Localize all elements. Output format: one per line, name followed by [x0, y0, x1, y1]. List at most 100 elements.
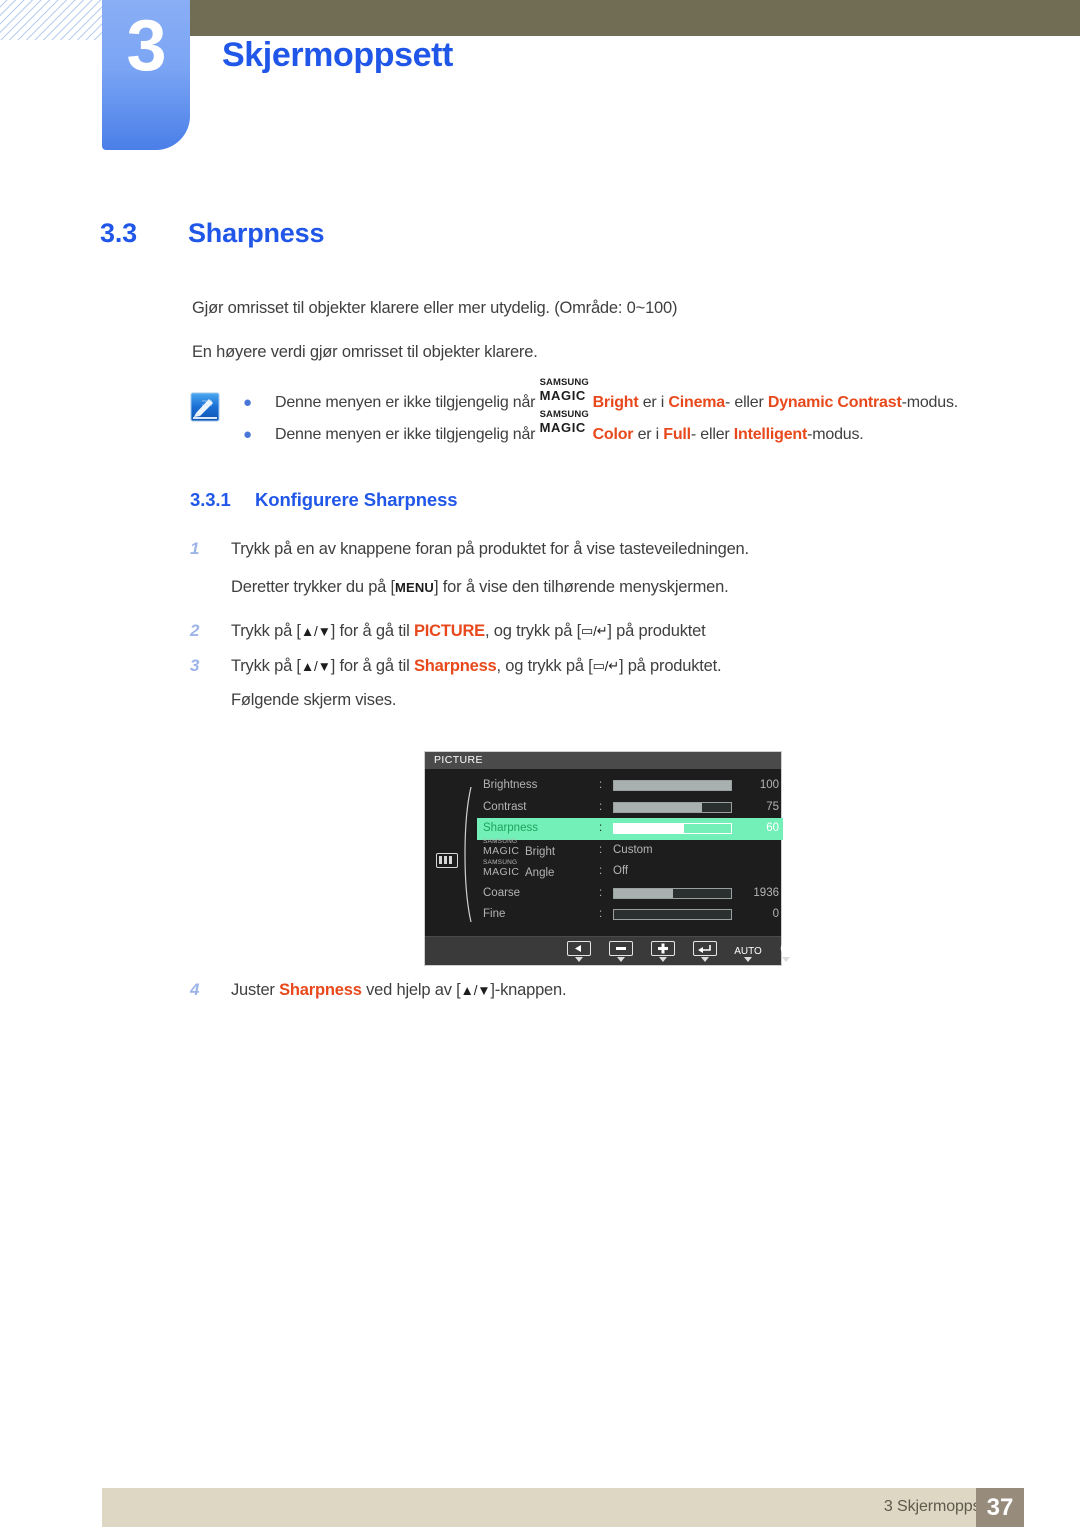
button-indicator-triangle — [701, 957, 709, 962]
note-separator: - eller — [725, 394, 768, 411]
osd-row-contrast[interactable]: Contrast : 75 — [477, 797, 783, 819]
osd-curve-decoration — [464, 787, 472, 922]
samsung-magic-logo: SAMSUNG MAGIC — [539, 378, 592, 407]
up-arrow-icon: ▲ — [300, 659, 314, 674]
note-lead-text: Denne menyen er ikke tilgjengelig når — [275, 394, 540, 411]
osd-row-list: Brightness : 100 Contrast : 75 Sharpness… — [477, 775, 783, 926]
picture-bars-icon — [436, 853, 458, 868]
samsung-magic-logo: SAMSUNG MAGIC — [483, 838, 525, 857]
header-olive-bar — [190, 0, 1080, 36]
subsection-heading: 3.3.1 Konfigurere Sharpness — [190, 489, 458, 511]
bullet-dot-icon: ● — [243, 394, 252, 411]
up-arrow-icon: ▲ — [460, 983, 474, 998]
left-arrow-icon — [567, 941, 591, 956]
button-indicator-triangle — [744, 957, 752, 962]
osd-title-bar: PICTURE — [425, 752, 781, 769]
osd-row-value: 100 — [759, 779, 779, 791]
button-indicator-triangle — [575, 957, 583, 962]
section-number: 3.3 — [100, 218, 137, 248]
step-1-continuation: Deretter trykker du på [MENU] for å vise… — [231, 578, 729, 597]
osd-slider-contrast[interactable] — [613, 801, 732, 813]
step-text-post: ] på produktet — [607, 622, 706, 640]
step-target-picture: PICTURE — [413, 622, 485, 640]
osd-power-button[interactable] — [769, 941, 803, 962]
step-text-post: ] for å vise den tilhørende menyskjermen… — [434, 578, 729, 596]
samsung-magic-logo: SAMSUNG MAGIC — [540, 410, 592, 439]
window-key-icon: ▭ — [592, 658, 605, 673]
step-text-post: ] på produktet. — [618, 657, 722, 675]
osd-row-label-suffix: Bright — [525, 845, 556, 858]
osd-picture-menu: PICTURE Brightness : 100 Contrast : 75 S… — [424, 751, 792, 966]
osd-slider-fine[interactable] — [613, 909, 732, 920]
osd-row-colon: : — [599, 779, 603, 791]
footer-page-number: 37 — [976, 1488, 1024, 1527]
osd-slider-sharpness[interactable] — [613, 823, 732, 834]
note-option-2: Intelligent — [733, 426, 808, 443]
osd-enter-button[interactable] — [688, 941, 722, 962]
note-option-1: Cinema — [668, 394, 725, 411]
section-paragraph-1: Gjør omrisset til objekter klarere eller… — [192, 299, 678, 317]
step-1: 1 Trykk på en av knappene foran på produk… — [190, 539, 749, 559]
osd-plus-button[interactable] — [646, 941, 680, 962]
note-option-2: Dynamic Contrast — [767, 394, 902, 411]
enter-key-icon: ↵ — [608, 658, 619, 673]
step-4: 4 Juster Sharpness ved hjelp av [▲/▼]-kna… — [190, 980, 567, 1000]
magic-top-text: SAMSUNG — [539, 377, 589, 388]
osd-row-sharpness[interactable]: Sharpness : 60 — [477, 818, 783, 840]
step-3: 3 Trykk på [▲/▼] for å gå til Sharpness, … — [190, 656, 722, 676]
note-tail-text: -modus. — [807, 426, 864, 443]
step-text-mid: ] for å gå til — [330, 657, 414, 675]
subsection-number: 3.3.1 — [190, 489, 231, 510]
subsection-title: Konfigurere Sharpness — [255, 489, 458, 510]
osd-row-label: SAMSUNG MAGIC Angle — [483, 859, 554, 879]
magic-bottom-text: MAGIC — [483, 844, 520, 857]
up-arrow-icon: ▲ — [300, 624, 314, 639]
step-text-post: ]-knappen. — [490, 981, 567, 999]
osd-row-label: Contrast — [483, 800, 527, 813]
down-arrow-icon: ▼ — [477, 983, 491, 998]
osd-row-colon: : — [599, 886, 603, 899]
osd-row-value: 75 — [766, 800, 779, 813]
down-arrow-icon: ▼ — [317, 624, 331, 639]
step-text-mid: ved hjelp av [ — [361, 981, 461, 999]
osd-slider-coarse[interactable] — [613, 887, 732, 899]
osd-row-colon: : — [599, 822, 603, 834]
osd-slider-brightness[interactable] — [613, 780, 732, 791]
osd-row-value: 60 — [766, 822, 779, 834]
osd-row-label: Sharpness — [483, 822, 538, 834]
osd-row-brightness[interactable]: Brightness : 100 — [477, 775, 783, 797]
magic-bottom-text: MAGIC — [539, 387, 586, 403]
note-bullet-item: ● Denne menyen er ikke tilgjengelig når S… — [243, 410, 958, 455]
note-bullet-item: ● Denne menyen er ikke tilgjengelig når S… — [243, 378, 959, 423]
button-indicator-triangle — [659, 957, 667, 962]
note-mid-text: er i — [633, 426, 664, 443]
power-icon — [780, 942, 792, 958]
note-pencil-icon — [190, 392, 220, 422]
osd-row-coarse[interactable]: Coarse : 1936 — [477, 883, 783, 905]
note-mid-text: er i — [638, 394, 669, 411]
osd-body: Brightness : 100 Contrast : 75 Sharpness… — [425, 769, 783, 937]
step-3-continuation: Følgende skjerm vises. — [231, 691, 397, 709]
bullet-dot-icon: ● — [243, 426, 252, 443]
osd-row-label: SAMSUNG MAGIC Bright — [483, 838, 556, 858]
note-feature-name: Color — [592, 426, 634, 443]
osd-auto-button[interactable]: AUTO — [728, 941, 768, 962]
step-text-mid2: , og trykk på [ — [484, 622, 582, 640]
magic-top-text: SAMSUNG — [539, 409, 589, 420]
osd-minus-button[interactable] — [604, 941, 638, 962]
osd-row-magic-angle[interactable]: SAMSUNG MAGIC Angle : Off — [477, 859, 783, 883]
header-hatch-decoration — [0, 0, 112, 40]
step-text-pre: Deretter trykker du på [ — [231, 578, 395, 596]
step-text-mid2: , og trykk på [ — [496, 657, 593, 675]
osd-row-value: Custom — [613, 843, 653, 856]
enter-key-icon: ↵ — [596, 623, 608, 638]
note-tail-text: -modus. — [901, 394, 959, 411]
osd-row-magic-bright[interactable]: SAMSUNG MAGIC Bright : Custom — [477, 838, 783, 862]
chapter-title: Skjermoppsett — [222, 36, 453, 74]
step-number: 2 — [190, 621, 200, 640]
step-number: 4 — [190, 980, 200, 999]
osd-row-fine[interactable]: Fine : 0 — [477, 904, 783, 926]
osd-left-arrow-button[interactable] — [562, 941, 596, 962]
step-text-pre: Trykk på [ — [231, 657, 301, 675]
step-number: 1 — [190, 539, 200, 558]
